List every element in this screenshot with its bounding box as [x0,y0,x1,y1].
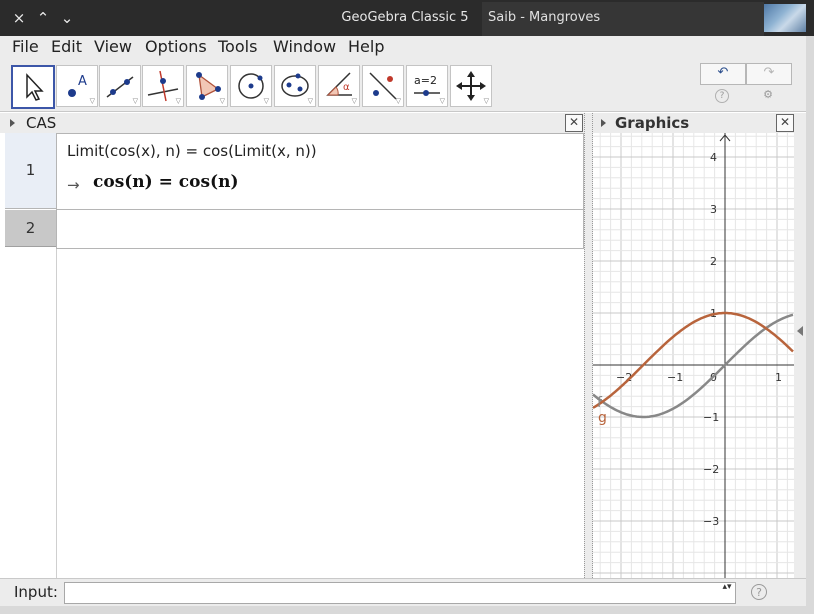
menu-edit[interactable]: Edit [51,36,82,60]
tool-menu-triangle-icon: ▽ [351,97,357,105]
cas-cell-2[interactable] [56,209,584,249]
y-tick-label: −1 [703,411,719,424]
panel-splitter[interactable] [584,113,593,578]
cas-cell-output: cos(n) = cos(n) [93,172,239,192]
tool-menu-triangle-icon: ▽ [219,97,225,105]
y-tick-label: −3 [703,515,719,528]
reflect-tool-button[interactable]: ▽ [362,65,404,107]
function-g-label[interactable]: g [598,410,607,426]
help-icon[interactable]: ? [715,89,729,103]
menu-tools[interactable]: Tools [218,36,257,60]
svg-text:α: α [343,82,350,93]
other-window-title[interactable]: Saib - Mangroves [488,0,600,36]
menu-options[interactable]: Options [145,36,207,60]
cas-row-number: 1 [25,161,36,179]
tool-menu-triangle-icon: ▽ [263,97,269,105]
svg-text:a=2: a=2 [414,74,437,87]
polygon-tool-button[interactable]: ▽ [186,65,228,107]
window-shadow-right [806,36,814,614]
collapse-caret-icon[interactable] [601,119,606,127]
menu-help[interactable]: Help [348,36,384,60]
y-tick-label: 4 [710,151,717,164]
tool-menu-triangle-icon: ▽ [89,97,95,105]
tool-menu-triangle-icon: ▽ [132,97,138,105]
graphics-style-bar-toggle[interactable] [794,133,806,578]
style-bar-arrow-icon[interactable] [797,326,803,336]
cas-panel-header: CAS ✕ [0,113,584,133]
redo-button[interactable]: ↷ [746,63,792,85]
maximize-window-icon[interactable]: ⌃ [32,7,54,29]
result-arrow-icon: → [67,176,80,194]
toolbar: A ▽ ▽ ▽ ▽ ▽ ▽ α ▽ ▽ a=2 ▽ ▽ ↶ ↷ ? ⚙ [0,60,806,112]
x-tick-label: −1 [667,371,683,384]
tool-menu-triangle-icon: ▽ [395,97,401,105]
arrow-cursor-icon [26,73,44,101]
graphics-panel-header: Graphics ✕ [593,113,806,133]
tool-menu-triangle-icon: ▽ [307,97,313,105]
menu-view[interactable]: View [94,36,132,60]
window-shadow-bottom [0,606,814,614]
grid [593,133,794,578]
slider-tool-button[interactable]: a=2 ▽ [406,65,448,107]
close-graphics-panel-icon[interactable]: ✕ [776,114,794,132]
cas-cell-input[interactable]: Limit(cos(x), n) = cos(Limit(x, n)) [67,142,317,160]
menu-file[interactable]: File [12,36,39,60]
menu-bar: File Edit View Options Tools Window Help [0,36,806,60]
input-field[interactable] [64,582,736,604]
y-tick-label: −2 [703,463,719,476]
graphics-view[interactable]: −2 −1 0 1 4 3 2 1 −1 −2 −3 f g [593,133,794,578]
conic-tool-button[interactable]: ▽ [274,65,316,107]
graphics-canvas[interactable]: −2 −1 0 1 4 3 2 1 −1 −2 −3 f g [593,133,794,578]
collapse-caret-icon[interactable] [10,119,15,127]
y-tick-label: 3 [710,203,717,216]
point-tool-button[interactable]: A ▽ [56,65,98,107]
undo-button[interactable]: ↶ [700,63,746,85]
cas-cell-1[interactable]: Limit(cos(x), n) = cos(Limit(x, n)) → co… [56,133,584,212]
input-history-dropdown-icon[interactable]: ▴▾ [720,582,734,602]
x-tick-label: 1 [775,371,782,384]
y-tick-label: 2 [710,255,717,268]
cas-view: 1 Limit(cos(x), n) = cos(Limit(x, n)) → … [0,133,584,578]
angle-tool-button[interactable]: α ▽ [318,65,360,107]
input-label: Input: [14,583,58,601]
close-cas-panel-icon[interactable]: ✕ [565,114,583,132]
svg-text:A: A [78,74,87,89]
window-title: GeoGebra Classic 5 [341,10,469,25]
settings-gear-icon[interactable]: ⚙ [760,87,776,103]
input-help-icon[interactable]: ? [751,584,767,600]
cas-panel-title: CAS [26,114,57,132]
move-graphics-tool-button[interactable]: ▽ [450,65,492,107]
wallpaper-thumbnail [764,4,806,32]
circle-tool-button[interactable]: ▽ [230,65,272,107]
menu-window[interactable]: Window [273,36,336,60]
window-titlebar: × ⌃ ⌄ GeoGebra Classic 5 Saib - Mangrove… [0,0,814,36]
graphics-panel-title: Graphics [615,114,690,132]
close-window-icon[interactable]: × [8,7,30,29]
input-bar: Input: ▴▾ ? [0,578,806,606]
tool-menu-triangle-icon: ▽ [175,97,181,105]
perpendicular-line-tool-button[interactable]: ▽ [142,65,184,107]
tool-menu-triangle-icon: ▽ [439,97,445,105]
tool-menu-triangle-icon: ▽ [483,97,489,105]
minimize-window-icon[interactable]: ⌄ [56,7,78,29]
line-tool-button[interactable]: ▽ [99,65,141,107]
function-f-curve[interactable] [593,313,794,419]
move-tool-button[interactable] [11,65,55,109]
cas-row-number: 2 [25,219,36,237]
